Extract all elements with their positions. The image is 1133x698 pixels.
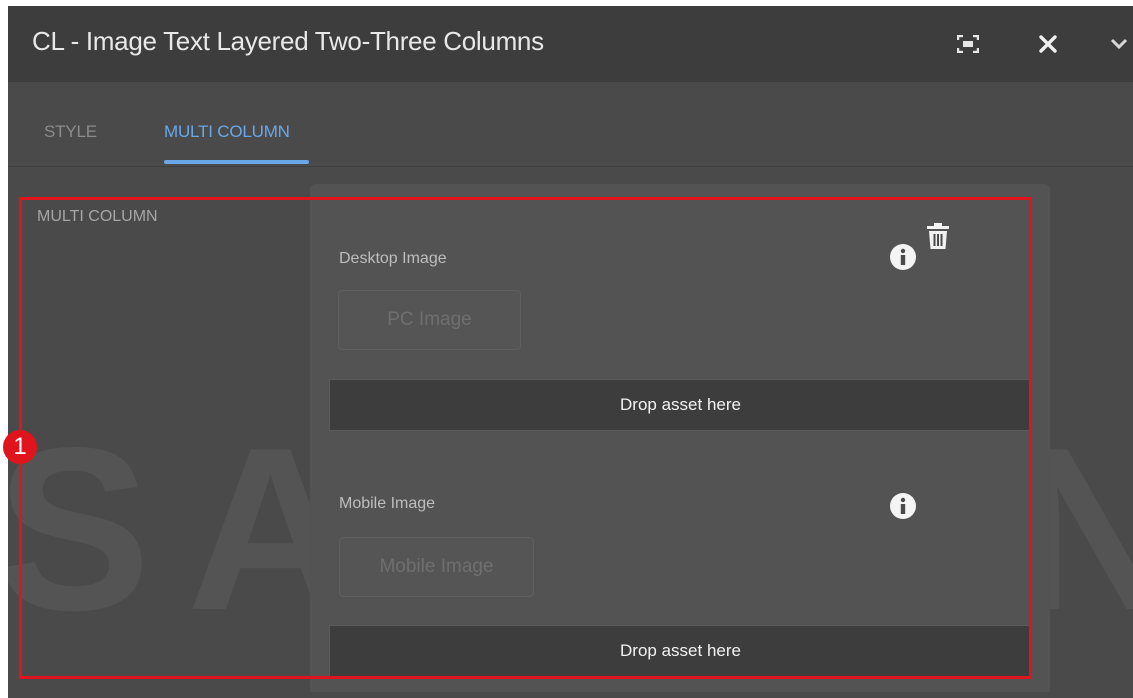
desktop-dropzone[interactable]: Drop asset here: [329, 379, 1032, 431]
mobile-dropzone[interactable]: Drop asset here: [329, 625, 1032, 677]
annotation-marker: 1: [3, 430, 37, 464]
section-label: MULTI COLUMN: [37, 208, 158, 225]
dialog-title: CL - Image Text Layered Two-Three Column…: [32, 26, 544, 56]
mobile-image-button[interactable]: Mobile Image: [339, 537, 534, 597]
tab-bar: STYLE MULTI COLUMN: [8, 82, 1133, 167]
collapse-button[interactable]: [1104, 24, 1133, 64]
active-tab-indicator: [164, 160, 309, 164]
fullscreen-button[interactable]: [948, 24, 988, 64]
close-button[interactable]: [1028, 24, 1068, 64]
trash-icon[interactable]: [926, 222, 950, 250]
fullscreen-icon: [957, 35, 979, 53]
desktop-image-label: Desktop Image: [339, 250, 447, 267]
chevron-down-icon: [1110, 38, 1128, 50]
mobile-info-icon[interactable]: [889, 492, 917, 520]
mobile-image-label: Mobile Image: [339, 495, 436, 512]
tab-style[interactable]: STYLE: [44, 122, 97, 142]
tab-multi-column[interactable]: MULTI COLUMN: [164, 122, 290, 142]
pc-image-button[interactable]: PC Image: [338, 290, 521, 350]
desktop-info-icon[interactable]: [889, 243, 917, 271]
close-icon: [1039, 35, 1057, 53]
dialog-titlebar: CL - Image Text Layered Two-Three Column…: [8, 6, 1133, 82]
